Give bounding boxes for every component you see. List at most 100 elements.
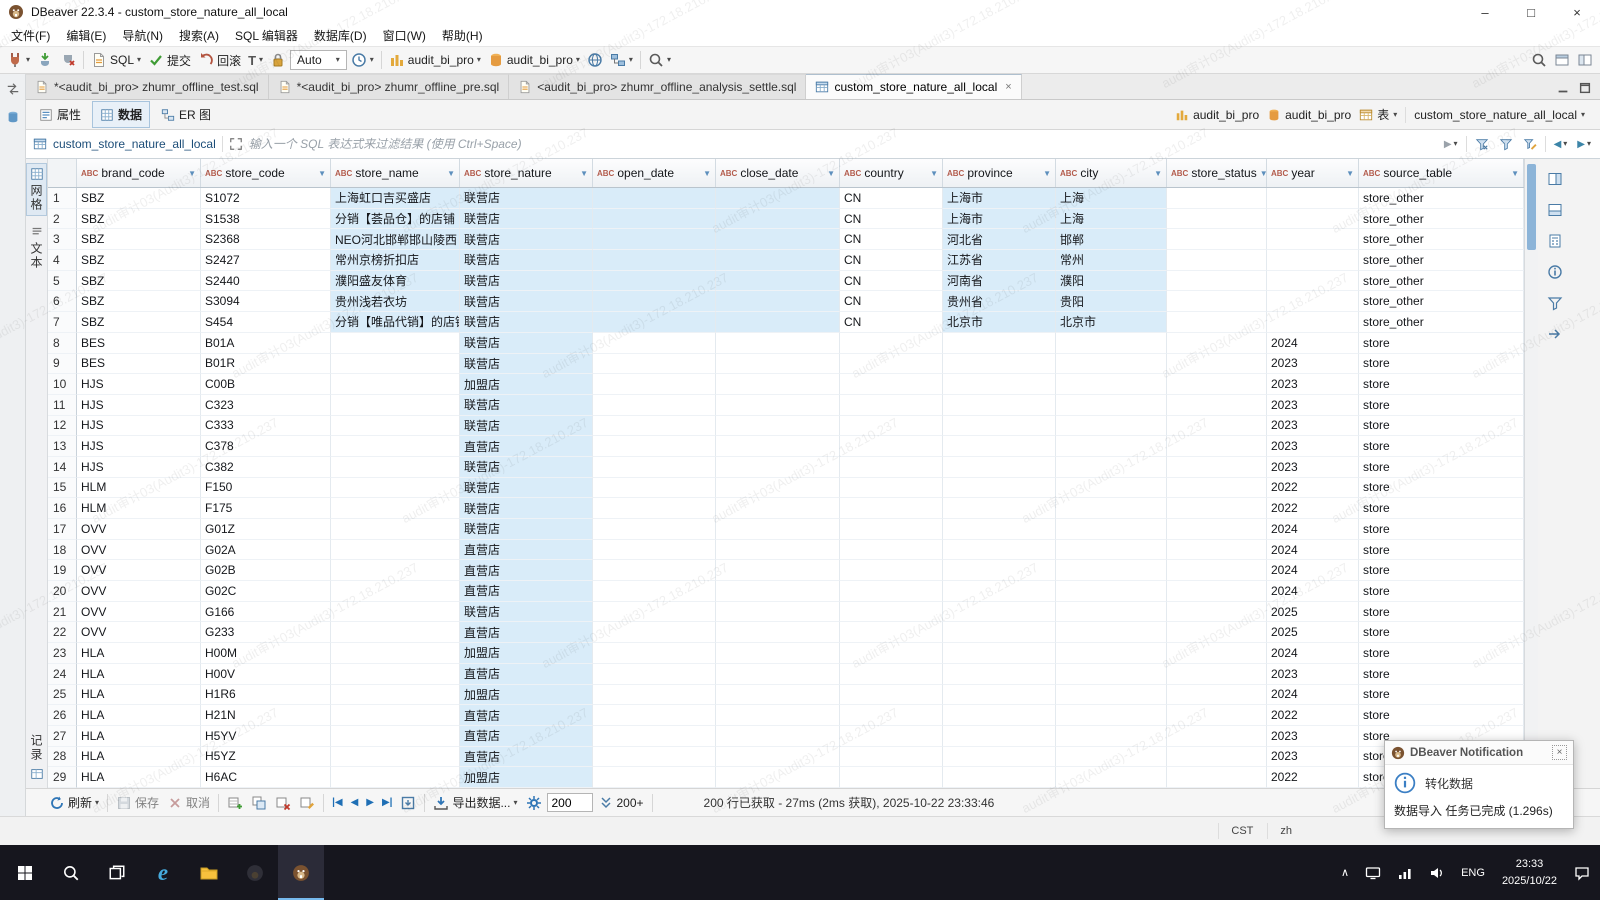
row-number[interactable]: 4 (48, 250, 77, 271)
cell-brand_code[interactable]: HJS (77, 374, 201, 395)
row-number[interactable]: 14 (48, 457, 77, 478)
cell-store_status[interactable] (1167, 519, 1267, 540)
row-number[interactable]: 13 (48, 436, 77, 457)
cell-store_name[interactable] (331, 622, 460, 643)
cell-store_code[interactable]: C382 (201, 457, 331, 478)
cell-brand_code[interactable]: OVV (77, 602, 201, 623)
cell-province[interactable] (943, 622, 1056, 643)
cell-source_table[interactable]: store_other (1359, 188, 1524, 209)
globe-button[interactable] (584, 50, 606, 70)
delete-row-button[interactable] (272, 793, 294, 813)
fetch-page-button[interactable] (397, 793, 419, 813)
close-button[interactable]: × (1554, 0, 1600, 24)
quick-search-button[interactable] (1528, 50, 1550, 70)
cell-year[interactable]: 2024 (1267, 685, 1359, 706)
cell-store_nature[interactable]: 直营店 (460, 540, 593, 561)
tab-data[interactable]: 数据 (92, 101, 150, 128)
cell-store_nature[interactable]: 加盟店 (460, 643, 593, 664)
cell-open_date[interactable] (593, 229, 716, 250)
cell-store_nature[interactable]: 联营店 (460, 519, 593, 540)
cell-close_date[interactable] (716, 747, 840, 768)
cell-store_name[interactable] (331, 374, 460, 395)
maximize-editor-icon[interactable] (1578, 81, 1592, 95)
cell-province[interactable] (943, 747, 1056, 768)
cell-store_nature[interactable]: 联营店 (460, 229, 593, 250)
column-header-open_date[interactable]: ABCopen_date▼ (593, 159, 716, 187)
result-settings-button[interactable] (523, 793, 545, 813)
cell-store_nature[interactable]: 直营店 (460, 705, 593, 726)
cell-country[interactable] (840, 354, 943, 375)
column-header-country[interactable]: ABCcountry▼ (840, 159, 943, 187)
cell-store_code[interactable]: H6AC (201, 767, 331, 788)
column-filter-icon[interactable]: ▼ (1346, 169, 1354, 178)
cell-country[interactable]: CN (840, 188, 943, 209)
column-header-close_date[interactable]: ABCclose_date▼ (716, 159, 840, 187)
tab-er-diagram[interactable]: ER 图 (153, 101, 219, 128)
cell-store_nature[interactable]: 直营店 (460, 664, 593, 685)
dbeaver-taskbar-button-active[interactable] (278, 845, 324, 900)
cell-province[interactable]: 河南省 (943, 271, 1056, 292)
cell-brand_code[interactable]: OVV (77, 581, 201, 602)
cell-province[interactable]: 北京市 (943, 312, 1056, 333)
first-row-button[interactable]: |◀ (329, 795, 346, 810)
cell-country[interactable] (840, 726, 943, 747)
tray-network-button[interactable] (1389, 845, 1421, 900)
row-number[interactable]: 16 (48, 498, 77, 519)
cell-brand_code[interactable]: BES (77, 333, 201, 354)
cell-year[interactable] (1267, 229, 1359, 250)
cell-year[interactable]: 2022 (1267, 498, 1359, 519)
new-sql-editor-button[interactable]: SQL ▾ (88, 50, 144, 70)
cell-city[interactable]: 上海 (1056, 188, 1167, 209)
cell-store_name[interactable] (331, 498, 460, 519)
cell-store_status[interactable] (1167, 312, 1267, 333)
tab-close-icon[interactable]: × (1005, 81, 1011, 93)
cell-city[interactable] (1056, 622, 1167, 643)
row-number[interactable]: 26 (48, 705, 77, 726)
cell-store_nature[interactable]: 联营店 (460, 354, 593, 375)
cell-city[interactable] (1056, 457, 1167, 478)
cell-country[interactable] (840, 685, 943, 706)
row-number[interactable]: 15 (48, 478, 77, 499)
row-number[interactable]: 12 (48, 416, 77, 437)
editor-layout-button[interactable] (1574, 50, 1596, 70)
cell-store_status[interactable] (1167, 602, 1267, 623)
cell-close_date[interactable] (716, 643, 840, 664)
cell-open_date[interactable] (593, 602, 716, 623)
previous-row-button[interactable]: ◀ (348, 795, 362, 810)
new-connection-button[interactable]: ▾ (4, 50, 33, 70)
menu-edit[interactable]: 编辑(E) (58, 24, 114, 47)
taskbar-search-button[interactable] (48, 845, 94, 900)
cell-close_date[interactable] (716, 395, 840, 416)
cell-source_table[interactable]: store (1359, 333, 1524, 354)
row-number[interactable]: 9 (48, 354, 77, 375)
column-header-province[interactable]: ABCprovince▼ (943, 159, 1056, 187)
cell-close_date[interactable] (716, 602, 840, 623)
column-filter-icon[interactable]: ▼ (1260, 169, 1267, 178)
cell-year[interactable]: 2022 (1267, 705, 1359, 726)
network-button[interactable]: ▾ (607, 50, 636, 70)
cell-store_name[interactable] (331, 478, 460, 499)
timezone-indicator[interactable]: CST (1218, 823, 1265, 839)
fetch-size-input[interactable] (547, 793, 593, 812)
duplicate-row-button[interactable] (248, 793, 270, 813)
refresh-button[interactable]: 刷新 ▾ (46, 792, 102, 813)
menu-help[interactable]: 帮助(H) (434, 24, 491, 47)
cell-open_date[interactable] (593, 457, 716, 478)
cell-open_date[interactable] (593, 333, 716, 354)
column-header-source_table[interactable]: ABCsource_table▼ (1359, 159, 1524, 187)
cell-province[interactable] (943, 333, 1056, 354)
value-panel-icon[interactable] (1545, 169, 1565, 189)
next-row-button[interactable]: ▶ (363, 795, 377, 810)
cell-source_table[interactable]: store (1359, 498, 1524, 519)
tab-sql-file-3[interactable]: <audit_bi_pro> zhumr_offline_analysis_se… (509, 74, 806, 99)
cell-store_nature[interactable]: 联营店 (460, 209, 593, 230)
cell-year[interactable]: 2024 (1267, 540, 1359, 561)
cell-store_code[interactable]: H5YV (201, 726, 331, 747)
cell-store_name[interactable] (331, 705, 460, 726)
cell-city[interactable] (1056, 498, 1167, 519)
cell-store_status[interactable] (1167, 209, 1267, 230)
row-number[interactable]: 21 (48, 602, 77, 623)
cell-store_status[interactable] (1167, 664, 1267, 685)
cell-brand_code[interactable]: HLA (77, 767, 201, 788)
cell-store_code[interactable]: C378 (201, 436, 331, 457)
